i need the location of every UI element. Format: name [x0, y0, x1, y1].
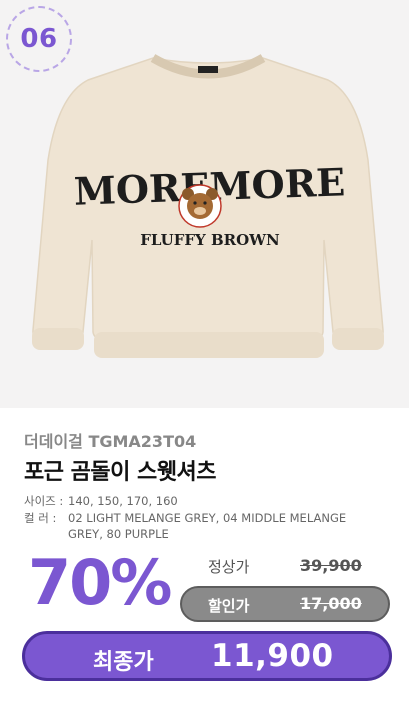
sale-price: 17,000 — [300, 594, 362, 613]
product-name: 포근 곰돌이 스웻셔츠 — [24, 460, 216, 485]
discount-percent: 70% — [28, 546, 172, 619]
final-price-bar[interactable]: 최종가 11,900 — [22, 631, 392, 681]
product-photo: 06 MOREMORE FLUFFY BROWN — [0, 0, 409, 408]
sale-price-label: 할인가 — [208, 597, 250, 615]
size-value: 140, 150, 170, 160 — [68, 494, 178, 508]
final-price: 11,900 — [211, 638, 334, 674]
sale-price-pill: 할인가 17,000 — [180, 586, 390, 622]
final-price-label: 최종가 — [93, 650, 154, 675]
color-spec: 컬 러 : 02 LIGHT MELANGE GREY, 04 MIDDLE ME… — [24, 510, 394, 542]
size-spec: 사이즈 : 140, 150, 170, 160 — [24, 493, 178, 509]
brand-code: 더데이걸 TGMA23T04 — [24, 432, 197, 451]
regular-price: 39,900 — [300, 556, 362, 575]
regular-price-label: 정상가 — [208, 558, 250, 576]
sweatshirt-image: MOREMORE FLUFFY BROWN — [32, 54, 384, 358]
color-label: 컬 러 : — [24, 511, 57, 525]
size-label: 사이즈 : — [24, 494, 64, 508]
color-value: 02 LIGHT MELANGE GREY, 04 MIDDLE MELANGE… — [68, 511, 347, 541]
graphic-subword: FLUFFY BROWN — [140, 231, 280, 249]
